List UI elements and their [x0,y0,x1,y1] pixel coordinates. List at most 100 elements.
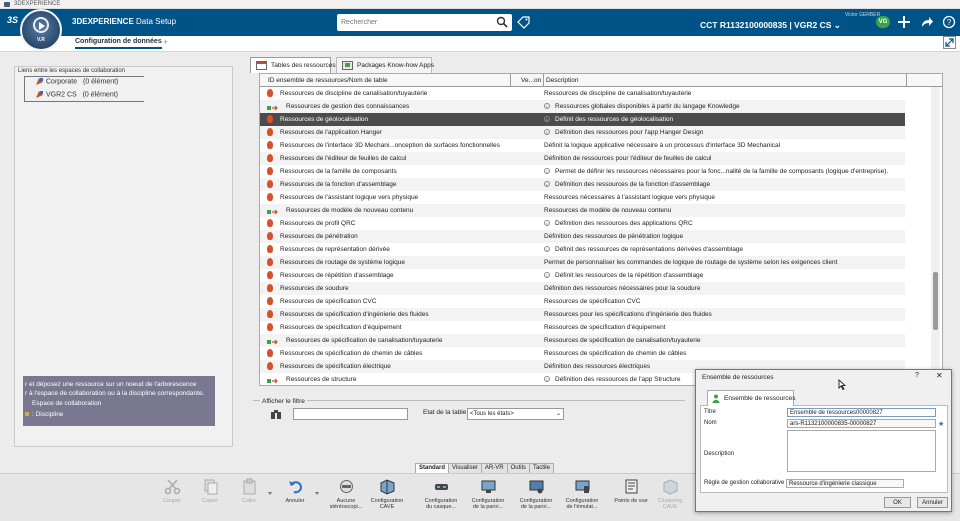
mode-tab-visualiser[interactable]: Visualiser [448,463,482,473]
tip-line: : Discipline [25,409,213,420]
column-header-description[interactable]: Description [544,74,907,87]
resource-description: Définit des ressources de géolocalisatio… [555,116,674,123]
table-row[interactable]: Ressources de répétition d'assemblage i Dé… [260,269,905,282]
emulator-config-button[interactable]: Configuration de l'émulat... [562,478,602,510]
table-row[interactable]: Ressources de profil QRC i Définition des … [260,217,905,230]
scrollbar-thumb[interactable] [933,272,938,330]
tab-resource-tables[interactable]: Tables des ressources [250,57,336,73]
table-state-select[interactable]: <Tous les états> ⌄ [467,408,564,420]
knowledge-resource-icon [267,103,278,111]
mode-tab-tactile[interactable]: Tactile [528,463,554,473]
paste-dropdown-icon[interactable] [268,492,272,495]
emulator-icon [575,480,589,493]
paste-button[interactable]: Coller [229,478,269,504]
cell-description: Définit la logique applicative nécessair… [544,139,905,152]
cell-version [511,373,544,385]
tag-icon[interactable] [517,16,530,29]
tab-configuration[interactable]: Configuration de données [75,38,162,49]
search-icon[interactable] [496,16,508,28]
cell-version [511,243,544,256]
clustering-cave-button[interactable]: Clustering CAVE [650,478,690,510]
table-state-label: Etat de la table : [423,409,470,416]
ok-button[interactable]: OK [884,497,911,508]
context-label: CCT R1132100000835 | VGR2 CS [700,20,832,30]
resource-flame-icon [267,245,273,254]
cut-button[interactable]: Couper [152,478,192,504]
resource-description: Ressources de spécification de canalisat… [544,337,701,344]
table-row[interactable]: Ressources de géolocalisation i Définit de… [260,113,905,126]
table-row[interactable]: Ressources de représentation dérivée i Déf… [260,243,905,256]
toolbar-label: Couper [162,498,182,504]
title-field[interactable]: Ensemble de ressources00000827 [787,408,936,417]
collab-space-selector[interactable]: CCT R1132100000835 | VGR2 CS ⌄ [700,20,841,31]
cell-description: Ressources de spécification CVC [544,295,905,308]
collab-rule-field[interactable]: Ressource d'ingénierie classique [786,479,904,488]
toolbar-label: Configuration CAVE [370,498,404,510]
tab-know-how-packages[interactable]: Packages Know-how Apps [336,57,434,73]
table-row[interactable]: Ressources de spécification CVC Ressource… [260,295,905,308]
filter-input[interactable] [293,408,408,420]
table-vertical-scrollbar[interactable] [931,87,940,385]
table-row[interactable]: Ressources de spécification d'équipement… [260,321,905,334]
no-stereo-button[interactable]: Aucune stéréoscopi... [326,478,366,510]
table-row[interactable]: Ressources de modèle de nouveau contenu R… [260,204,905,217]
resource-description: Définition des ressources électriques [544,363,651,370]
dialog-tab-resource-set[interactable]: Ensemble de ressources [707,390,796,406]
undo-button[interactable]: Annuler [275,478,315,504]
star-icon[interactable]: ★ [938,420,944,428]
table-row[interactable]: Ressources de pénétration Définition des … [260,230,905,243]
headset-config-button[interactable]: Configuration du casque... [421,478,461,510]
add-icon[interactable] [897,15,911,29]
table-row[interactable]: Ressources de gestion des connaissances i… [260,100,905,113]
table-row[interactable]: Ressources de la famille de composants i P… [260,165,905,178]
cancel-button[interactable]: Annuler [917,497,948,508]
resource-flame-icon [267,89,273,98]
filter-icon[interactable] [270,409,282,420]
table-row[interactable]: Ressources de l'éditeur de feuilles de c… [260,152,905,165]
table-row[interactable]: Ressources de spécification d'ingénierie… [260,308,905,321]
add-tab-button[interactable]: + [163,37,168,47]
expand-icon[interactable] [943,36,956,49]
dialog-help-button[interactable]: ? [915,372,919,379]
table-row[interactable]: Ressources de l'interface 3D Mechani...o… [260,139,905,152]
table-row[interactable]: Ressources de soudure Définition des ress… [260,282,905,295]
table-row[interactable]: Ressources de routage de système logique… [260,256,905,269]
table-row[interactable]: Ressources de spécification de canalisat… [260,334,905,347]
compass-button[interactable]: V.R [20,9,62,51]
mode-tab-ar-vr[interactable]: AR-VR [480,463,508,473]
name-field[interactable]: ars-R1132100000835-00000827 [787,419,936,428]
resource-name: Ressources de pénétration [280,233,358,240]
resource-description: Ressources de spécification d'équipement [544,324,666,331]
table-row[interactable]: Ressources de la fonction d'assemblage i D… [260,178,905,191]
undo-dropdown-icon[interactable] [315,492,319,495]
wall-config-button[interactable]: Configuration de la paroi... [468,478,508,510]
cell-description: Définition de ressources pour l'éditeur … [544,152,905,165]
cave-config-button[interactable]: Configuration CAVE [367,478,407,510]
resource-description: Définition des ressources de la fonction… [555,181,711,188]
mode-tab-standard[interactable]: Standard [415,463,450,473]
wall-config-button-2[interactable]: Configuration de la paroi... [516,478,556,510]
toolbar-label: Copier [201,498,219,504]
copy-button[interactable]: Copier [190,478,230,504]
dialog-close-button[interactable]: ✕ [936,371,943,380]
tree-item-corporate[interactable]: Corporate (0 élément) [35,77,118,86]
cell-resource-name: Ressources de spécification d'équipement [267,321,511,334]
column-header-extra[interactable] [907,74,942,87]
table-row[interactable]: Ressources de discipline de canalisation… [260,87,905,100]
viewpoints-button[interactable]: Points de vue [611,478,651,504]
mode-tab-outils[interactable]: Outils [506,463,530,473]
search-input[interactable] [341,15,491,30]
table-row[interactable]: Ressources de l'assistant logique vers p… [260,191,905,204]
description-field[interactable] [787,430,936,472]
table-row[interactable]: Ressources de spécification de chemin de… [260,347,905,360]
tree-item-vgr2-cs[interactable]: VGR2 CS (0 élément) [35,90,118,99]
resource-table: ID ensemble de ressources/Nom de table V… [259,73,943,386]
cell-version [511,113,544,126]
column-header-id[interactable]: ID ensemble de ressources/Nom de table [266,74,511,87]
help-icon[interactable]: ? [942,15,956,29]
mouse-cursor-icon [838,379,846,390]
share-icon[interactable] [920,15,934,29]
avatar[interactable]: VG [876,16,890,28]
column-header-version[interactable]: Ve...on [511,74,544,87]
table-row[interactable]: Ressources de l'application Hanger i Défin… [260,126,905,139]
